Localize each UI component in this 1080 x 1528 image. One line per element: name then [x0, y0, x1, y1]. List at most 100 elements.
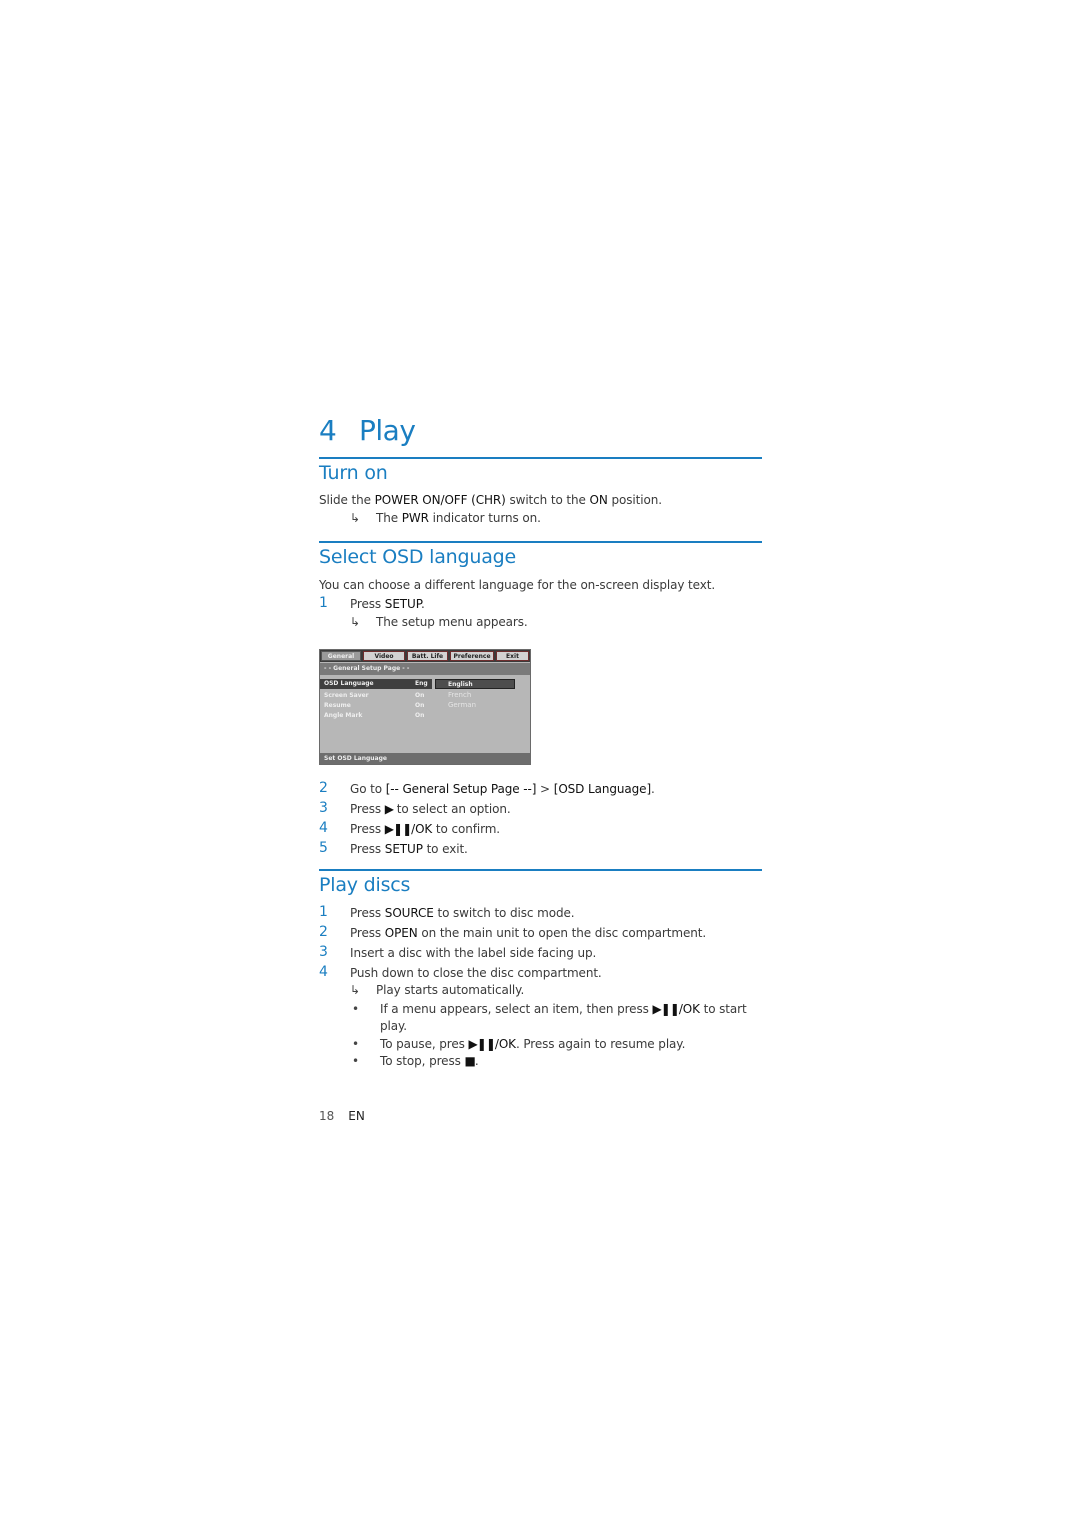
chapter-number: 4 [319, 414, 337, 447]
text: The setup menu appears. [376, 615, 528, 629]
key-label: SETUP [384, 842, 423, 856]
osd-tab-batt-life: Batt. Life [407, 651, 448, 661]
osd-option-selected: English [435, 679, 515, 689]
key-label: ON [589, 493, 608, 507]
play-tip-menu-continued: play. [380, 1019, 408, 1033]
osd-row-label: Angle Mark [324, 712, 363, 719]
osd-footer-hint: Set OSD Language [320, 753, 530, 764]
text: Press [350, 802, 385, 816]
text: indicator turns on. [428, 511, 541, 525]
step-number: 4 [319, 820, 328, 836]
text: Press [350, 597, 385, 611]
key-label: [OSD Language] [553, 782, 652, 796]
step-number: 1 [319, 904, 328, 920]
section-divider [319, 457, 762, 459]
text: The [376, 511, 402, 525]
chapter-name: Play [359, 414, 416, 447]
play-tip-stop: To stop, press ■. [380, 1054, 479, 1068]
step-number: 3 [319, 944, 328, 960]
result-arrow-icon: ↳ [350, 511, 360, 525]
section-title-turn-on: Turn on [319, 462, 388, 484]
step-number: 5 [319, 840, 328, 856]
text: Press [350, 842, 385, 856]
text: on the main unit to open the disc compar… [417, 926, 707, 940]
text: > [536, 782, 554, 796]
osd-page-header: - - General Setup Page - - [320, 663, 530, 675]
osd-row-value: Eng [415, 680, 428, 687]
bullet-icon: • [352, 1054, 360, 1068]
osd-row-selected: OSD Language Eng [320, 679, 432, 689]
osd-option: French [448, 691, 472, 699]
play-pause-icon: ▶❚❚ [384, 822, 412, 836]
text: If a menu appears, select an item, then … [380, 1002, 653, 1016]
text: switch to the [505, 493, 590, 507]
play-pause-icon: ▶❚❚ [652, 1002, 679, 1016]
step-number: 2 [319, 780, 328, 796]
bullet-icon: • [352, 1037, 360, 1051]
step-number: 3 [319, 800, 328, 816]
osd-tab-exit: Exit [496, 651, 529, 661]
text: . [420, 597, 425, 611]
result-arrow-icon: ↳ [350, 983, 360, 997]
text: . [474, 1054, 479, 1068]
key-label: SETUP [384, 597, 421, 611]
text: to confirm. [432, 822, 501, 836]
bullet-icon: • [352, 1002, 360, 1016]
section-divider [319, 541, 762, 543]
osd-row-label: OSD Language [324, 680, 374, 687]
step-number: 2 [319, 924, 328, 940]
page-footer: 18 EN [319, 1109, 365, 1123]
text: Press [350, 906, 385, 920]
text: to start [699, 1002, 747, 1016]
key-label: POWER ON/OFF (CHR) [374, 493, 506, 507]
text: to select an option. [393, 802, 511, 816]
key-label: OPEN [384, 926, 418, 940]
osd-step-4: Press ▶❚❚/OK to confirm. [350, 822, 500, 836]
play-step-4-result: ↳ Play starts automatically. [350, 983, 524, 997]
osd-setup-screen: General Video Batt. Life Preference Exit… [319, 649, 531, 765]
key-label: [-- General Setup Page --] [385, 782, 537, 796]
osd-tab-preference: Preference [450, 651, 494, 661]
osd-step-1-result: ↳ The setup menu appears. [350, 615, 528, 629]
result-arrow-icon: ↳ [350, 615, 360, 629]
osd-tab-general: General [321, 651, 361, 661]
osd-step-3: Press ▶ to select an option. [350, 802, 511, 816]
play-step-2: Press OPEN on the main unit to open the … [350, 926, 706, 940]
step-number: 1 [319, 595, 328, 611]
page-language: EN [348, 1109, 365, 1123]
step-number: 4 [319, 964, 328, 980]
key-label: PWR [401, 511, 429, 525]
text: To pause, pres [380, 1037, 469, 1051]
stop-icon: ■ [464, 1054, 475, 1068]
osd-step-1: Press SETUP. [350, 597, 425, 611]
chapter-title: 4 Play [319, 414, 416, 447]
section-title-play-discs: Play discs [319, 874, 411, 896]
key-label: /OK [411, 822, 433, 836]
osd-row-label: Resume [324, 702, 351, 709]
osd-row-value: On [415, 712, 425, 719]
play-step-3: Insert a disc with the label side facing… [350, 946, 597, 960]
text: . Press again to resume play. [515, 1037, 686, 1051]
turn-on-instruction: Slide the POWER ON/OFF (CHR) switch to t… [319, 493, 662, 507]
text: Press [350, 822, 385, 836]
key-label: SOURCE [384, 906, 434, 920]
key-label: /OK [494, 1037, 516, 1051]
play-tip-pause: To pause, pres ▶❚❚/OK. Press again to re… [380, 1037, 685, 1051]
osd-tab-bar: General Video Batt. Life Preference Exit [320, 650, 530, 662]
text: Play starts automatically. [376, 983, 525, 997]
key-label: /OK [678, 1002, 700, 1016]
play-tip-menu: If a menu appears, select an item, then … [380, 1002, 747, 1016]
section-title-osd-language: Select OSD language [319, 546, 516, 568]
text: position. [607, 493, 662, 507]
text: to exit. [422, 842, 468, 856]
play-step-1: Press SOURCE to switch to disc mode. [350, 906, 575, 920]
text: Press [350, 926, 385, 940]
text: To stop, press [380, 1054, 465, 1068]
play-icon: ▶ [384, 802, 394, 816]
osd-row-value: On [415, 702, 425, 709]
osd-tab-video: Video [363, 651, 405, 661]
osd-option: German [448, 701, 477, 709]
play-step-4: Push down to close the disc compartment. [350, 966, 602, 980]
section-divider [319, 869, 762, 871]
play-pause-icon: ▶❚❚ [468, 1037, 496, 1051]
